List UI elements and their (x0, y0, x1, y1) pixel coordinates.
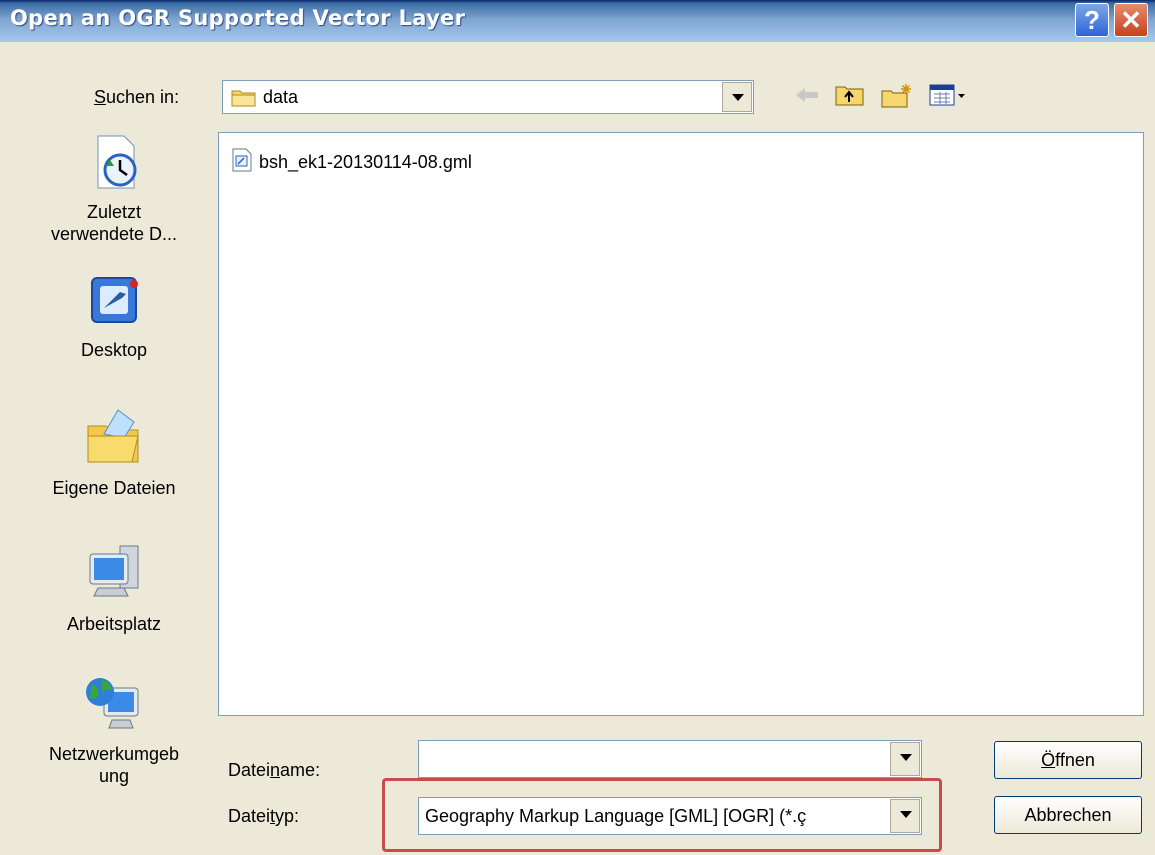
title-bar: Open an OGR Supported Vector Layer ? ✕ (0, 0, 1155, 42)
file-name: bsh_ek1-20130114-08.gml (259, 152, 472, 172)
filename-dropdown-arrow[interactable] (890, 742, 920, 776)
window-title: Open an OGR Supported Vector Layer (10, 6, 466, 30)
filename-label-accel: n (270, 760, 281, 780)
filetype-label: Dateityp: (228, 806, 299, 827)
lookin-dropdown-arrow[interactable] (722, 82, 752, 112)
file-list[interactable]: bsh_ek1-20130114-08.gml (218, 132, 1144, 716)
lookin-label-accel: S (94, 87, 107, 107)
up-folder-icon[interactable] (834, 82, 866, 108)
place-desktop[interactable]: Desktop (14, 274, 214, 361)
new-folder-icon[interactable] (880, 82, 914, 108)
place-network-label: Netzwerkumgeb ung (48, 744, 180, 786)
cancel-button[interactable]: Abbrechen (994, 796, 1142, 834)
filename-label-prefix: Datei (228, 760, 271, 780)
place-my-computer[interactable]: Arbeitsplatz (14, 540, 214, 635)
my-documents-icon (82, 409, 146, 472)
lookin-label: Suchen in: (94, 87, 179, 108)
network-icon (82, 678, 146, 738)
place-recent[interactable]: Zuletzt verwendete D... (14, 132, 214, 245)
place-recent-label: Zuletzt verwendete D... (50, 202, 178, 244)
place-my-documents[interactable]: Eigene Dateien (14, 404, 214, 499)
lookin-label-text: uchen in: (106, 87, 180, 107)
view-menu-icon[interactable] (928, 82, 968, 108)
folder-icon (231, 87, 257, 112)
close-button[interactable]: ✕ (1114, 3, 1148, 37)
recent-documents-icon (84, 135, 144, 196)
filename-label-rest: ame: (280, 760, 321, 780)
desktop-icon (84, 277, 144, 334)
gml-file-icon (231, 147, 253, 178)
open-button-label: ffnen (1055, 750, 1095, 770)
back-icon[interactable] (792, 82, 822, 108)
place-network[interactable]: Netzwerkumgeb ung (14, 670, 214, 787)
filename-combo[interactable] (418, 740, 922, 778)
filetype-highlight-box (382, 778, 942, 852)
place-my-computer-label: Arbeitsplatz (66, 614, 162, 634)
filetype-label-rest: yp: (275, 806, 300, 826)
lookin-combo[interactable]: data (222, 80, 754, 114)
open-button-accel: Ö (1041, 750, 1056, 770)
lookin-value: data (263, 87, 299, 107)
filename-label: Dateiname: (228, 760, 320, 781)
place-my-documents-label: Eigene Dateien (52, 478, 176, 498)
help-button[interactable]: ? (1075, 3, 1109, 37)
my-computer-icon (82, 545, 146, 608)
place-desktop-label: Desktop (80, 340, 148, 360)
filetype-label-prefix: Datei (228, 806, 271, 826)
list-item[interactable]: bsh_ek1-20130114-08.gml (231, 147, 472, 178)
open-button[interactable]: Öffnen (994, 741, 1142, 779)
